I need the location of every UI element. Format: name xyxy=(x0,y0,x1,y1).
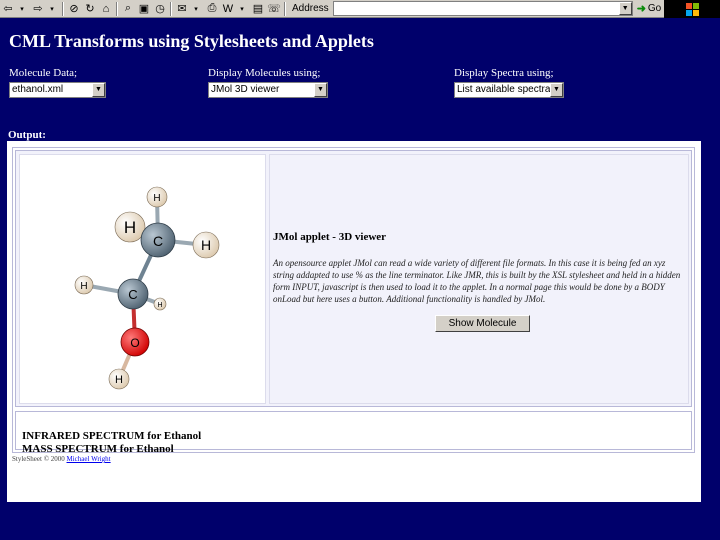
address-dropdown-icon[interactable]: ▼ xyxy=(618,2,632,15)
svg-text:H: H xyxy=(201,237,211,253)
back-icon[interactable]: ⇦ xyxy=(1,1,15,17)
svg-text:H: H xyxy=(124,218,136,237)
address-input[interactable]: ▼ xyxy=(332,1,633,16)
forward-dropdown-icon[interactable]: ▾ xyxy=(45,1,59,17)
display-select[interactable]: JMol 3D viewer ▼ xyxy=(208,82,328,98)
messenger-icon[interactable]: ☏ xyxy=(267,1,281,17)
display-spectra-label: Display Spectra using; xyxy=(454,67,554,79)
atom-h4: H xyxy=(74,275,94,295)
chevron-down-icon[interactable]: ▼ xyxy=(314,83,327,97)
spectra-select-value: List available spectra xyxy=(457,84,551,95)
toolbar-separator xyxy=(170,1,172,16)
toolbar-separator xyxy=(62,1,64,16)
windows-flag-icon xyxy=(685,2,699,16)
spectra-select[interactable]: List available spectra ▼ xyxy=(454,82,564,98)
atom-h2: H xyxy=(114,211,146,243)
atom-h5: H xyxy=(108,368,130,390)
toolbar-separator xyxy=(116,1,118,16)
svg-text:H: H xyxy=(80,281,87,292)
display-molecules-label: Display Molecules using; xyxy=(208,67,321,79)
infrared-spectrum-link[interactable]: INFRARED SPECTRUM for Ethanol xyxy=(22,430,201,442)
author-link[interactable]: Michael Wright xyxy=(67,455,111,463)
viewer-row: H H H C H C H O H JMol applet - 3D viewe… xyxy=(15,150,692,407)
refresh-icon[interactable]: ↻ xyxy=(83,1,97,17)
page-title: CML Transforms using Stylesheets and App… xyxy=(9,31,374,51)
svg-text:C: C xyxy=(153,233,163,249)
favorites-icon[interactable]: ▣ xyxy=(137,1,151,17)
atom-h6: H xyxy=(153,297,167,311)
stop-icon[interactable]: ⊘ xyxy=(67,1,81,17)
footer-copyright: StyleSheet © 2000 xyxy=(12,455,65,463)
jmol-applet[interactable]: H H H C H C H O H xyxy=(19,154,266,404)
toolbar-separator xyxy=(284,1,286,16)
atom-h1: H xyxy=(146,186,168,208)
atom-o: O xyxy=(120,327,150,357)
atom-c1: C xyxy=(140,222,176,258)
output-area: H H H C H C H O H JMol applet - 3D viewe… xyxy=(7,141,701,502)
molecule-viewer[interactable]: H H H C H C H O H xyxy=(20,155,265,403)
output-table: H H H C H C H O H JMol applet - 3D viewe… xyxy=(12,147,695,455)
footer: StyleSheet © 2000 Michael Wright xyxy=(12,455,111,463)
go-label: Go xyxy=(647,3,662,14)
molecule-select-value: ethanol.xml xyxy=(12,84,64,95)
discuss-icon[interactable]: ▤ xyxy=(251,1,265,17)
spectra-row: INFRARED SPECTRUM for Ethanol MASS SPECT… xyxy=(15,411,692,455)
edit-dropdown-icon[interactable]: ▾ xyxy=(235,1,249,17)
show-molecule-button[interactable]: Show Molecule xyxy=(435,315,530,332)
mass-spectrum-link[interactable]: MASS SPECTRUM for Ethanol xyxy=(22,443,174,455)
atom-c2: C xyxy=(117,278,149,310)
molecule-data-label: Molecule Data; xyxy=(9,67,78,79)
svg-text:H: H xyxy=(153,193,160,204)
chevron-down-icon[interactable]: ▼ xyxy=(550,83,563,97)
back-dropdown-icon[interactable]: ▾ xyxy=(15,1,29,17)
svg-text:C: C xyxy=(128,287,137,302)
forward-icon[interactable]: ⇨ xyxy=(31,1,45,17)
history-icon[interactable]: ◷ xyxy=(153,1,167,17)
applet-description: An opensource applet JMol can read a wid… xyxy=(273,258,681,304)
go-arrow-icon: ➜ xyxy=(636,3,646,15)
output-label: Output: xyxy=(8,129,46,141)
svg-text:H: H xyxy=(157,302,162,309)
address-label: Address xyxy=(292,3,329,14)
applet-title: JMol applet - 3D viewer xyxy=(273,231,387,243)
chevron-down-icon[interactable]: ▼ xyxy=(92,83,105,97)
windows-logo xyxy=(664,0,720,18)
go-button[interactable]: ➜ Go xyxy=(637,2,662,15)
mail-dropdown-icon[interactable]: ▾ xyxy=(189,1,203,17)
edit-icon[interactable]: W xyxy=(221,1,235,17)
atom-h3: H xyxy=(192,231,220,259)
print-icon[interactable]: ⎙ xyxy=(205,1,219,17)
svg-text:H: H xyxy=(115,374,123,386)
svg-text:O: O xyxy=(130,336,139,350)
mail-icon[interactable]: ✉ xyxy=(175,1,189,17)
display-select-value: JMol 3D viewer xyxy=(211,84,280,95)
molecule-select[interactable]: ethanol.xml ▼ xyxy=(9,82,106,98)
description-cell: JMol applet - 3D viewer An opensource ap… xyxy=(269,154,689,404)
browser-toolbar: ⇦ ▾ ⇨ ▾ ⊘ ↻ ⌂ ⌕ ▣ ◷ ✉ ▾ ⎙ W ▾ ▤ ☏ Addres… xyxy=(0,0,720,18)
search-icon[interactable]: ⌕ xyxy=(121,1,135,17)
home-icon[interactable]: ⌂ xyxy=(99,1,113,17)
